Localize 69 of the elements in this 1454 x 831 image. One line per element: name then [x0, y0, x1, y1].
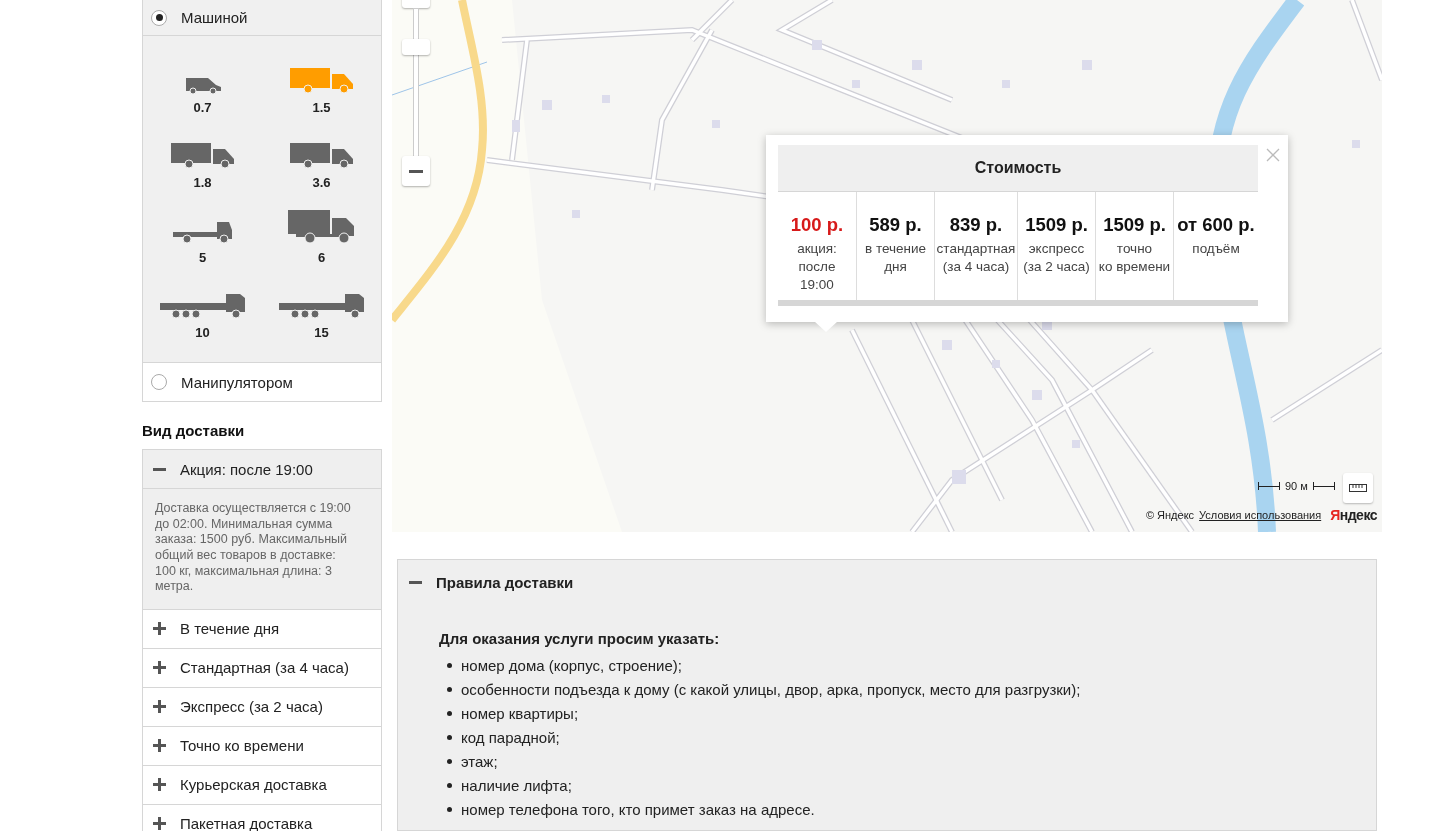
map-copyright: © Яндекс: [1145, 509, 1195, 521]
plus-icon: [153, 778, 166, 792]
price-value: 1509 р.: [1103, 214, 1166, 236]
rules-item: наличие лифта;: [461, 776, 572, 794]
vehicle-option[interactable]: 6: [262, 202, 381, 277]
bullet-icon: [447, 734, 452, 740]
price-value: 589 р.: [869, 214, 922, 236]
ruler-button[interactable]: [1343, 473, 1373, 503]
vehicle-option[interactable]: 1.8: [143, 127, 262, 202]
section-heading: Вид доставки: [142, 422, 246, 439]
plus-icon: [153, 700, 166, 714]
price-value: от 600 р.: [1177, 214, 1255, 236]
zoom-out-button[interactable]: [402, 156, 430, 186]
bullet-icon: [447, 686, 452, 692]
radio-button[interactable]: [151, 9, 167, 26]
map-scale: 90 м: [1258, 480, 1335, 492]
scrollbar[interactable]: [778, 300, 1258, 306]
plus-icon: [153, 817, 166, 831]
bullet-icon: [447, 662, 452, 668]
flatbed-truck-icon: [278, 293, 365, 319]
truck-icon: [170, 143, 235, 169]
price-value: 839 р.: [949, 214, 1003, 236]
rules-item: номер квартиры;: [461, 704, 579, 722]
rules-item: этаж;: [461, 752, 498, 770]
accordion-item[interactable]: Акция: после 19:00: [143, 450, 381, 489]
flatbed-truck-icon: [172, 222, 233, 244]
rules-intro: Для оказания услуги просим указать:: [439, 630, 721, 647]
bullet-icon: [447, 782, 452, 788]
vehicle-option[interactable]: 10: [143, 277, 262, 352]
delivery-description: Доставка осуществляется с 19:00 до 02:00. Минимальная сумма заказа: 1500 руб. Максимальный общий вес товаров в доставке: 100 кг, максимальная длина: 3 метра.: [155, 501, 352, 595]
radio-button[interactable]: [151, 374, 167, 390]
rules-item: номер телефона того, кто примет заказ на адресе.: [461, 800, 815, 818]
ruler-icon: [1349, 484, 1367, 492]
rules-item: код парадной;: [461, 728, 560, 746]
plus-icon: [153, 622, 166, 636]
terms-link[interactable]: Условия использования: [1199, 509, 1322, 521]
price-value: 1509 р.: [1025, 214, 1088, 236]
transport-option[interactable]: Манипулятором: [143, 362, 381, 401]
bullet-icon: [447, 758, 452, 764]
truck-icon: [289, 143, 354, 169]
van-icon: [183, 76, 222, 94]
truck-icon: [287, 210, 356, 244]
flatbed-truck-icon: [159, 293, 246, 319]
price-caption: в течение дня: [864, 240, 927, 276]
price-caption: экспресс (за 2 часа): [1023, 240, 1090, 276]
popup-title: Стоимость: [778, 145, 1258, 192]
truck-icon: [289, 68, 354, 94]
bullet-icon: [447, 710, 452, 716]
price-caption: акция: после 19:00: [797, 240, 837, 294]
zoom-slider-handle[interactable]: [402, 39, 430, 55]
vehicle-option[interactable]: 0.7: [143, 52, 262, 127]
rules-item: номер дома (корпус, строение);: [461, 656, 682, 674]
vehicle-option[interactable]: 15: [262, 277, 381, 352]
bullet-icon: [447, 806, 452, 812]
map-logo: Яндекс: [1330, 507, 1377, 523]
price-caption: точно ко времени: [1098, 240, 1171, 276]
rules-item: особенности подъезда к дому (с какой улицы, двор, арка, пропуск, место для разгрузки);: [461, 680, 1081, 698]
rules-header[interactable]: Правила доставки: [398, 560, 1376, 595]
price-caption: стандартная (за 4 часа): [936, 240, 1016, 276]
transport-option[interactable]: Машиной: [143, 0, 381, 36]
plus-icon: [153, 739, 166, 753]
vehicle-option[interactable]: 1.5: [262, 52, 381, 127]
plus-icon: [153, 661, 166, 675]
vehicle-option[interactable]: 5: [143, 202, 262, 277]
price-caption: подъём: [1192, 240, 1240, 258]
close-icon[interactable]: [1266, 148, 1280, 162]
vehicle-option[interactable]: 3.6: [262, 127, 381, 202]
price-value: 100 р.: [790, 214, 844, 236]
minus-icon: [409, 169, 423, 173]
